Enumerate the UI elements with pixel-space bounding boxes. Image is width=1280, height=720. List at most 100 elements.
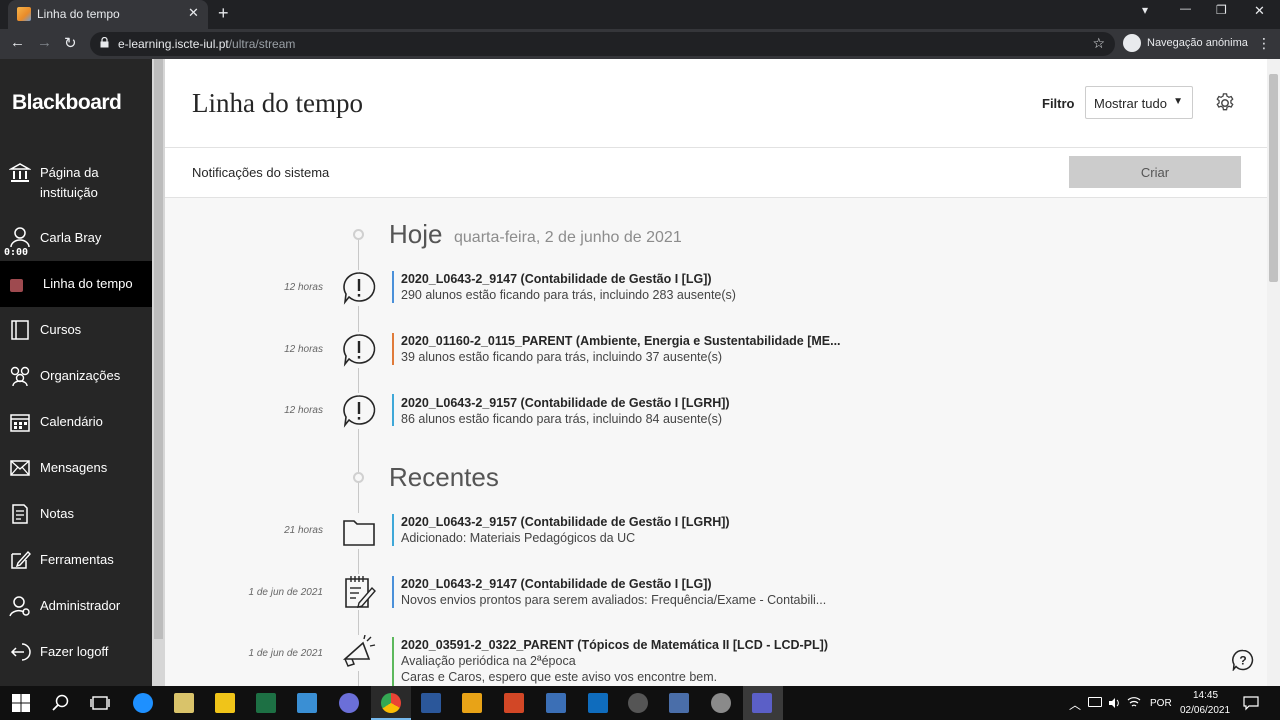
close-window-button[interactable]: ✕ [1254, 3, 1265, 19]
browser-tab[interactable]: Linha do tempo ✕ [8, 0, 208, 29]
incognito-label[interactable]: Navegação anónima [1147, 37, 1248, 49]
entry-color-bar [392, 333, 394, 365]
sidebar-item-institution[interactable]: Página da instituição [0, 160, 152, 206]
section-title-recent: Recentes [389, 462, 499, 492]
entry-color-bar [392, 576, 394, 608]
messages-icon [10, 460, 30, 476]
file-explorer-icon[interactable] [215, 693, 235, 713]
sidebar-scrollbar-thumb[interactable] [154, 59, 163, 639]
new-tab-button[interactable]: + [218, 3, 229, 24]
blackboard-logo[interactable]: Blackboard [12, 91, 122, 115]
entry-color-bar [392, 394, 394, 426]
pen-app-icon[interactable] [546, 693, 566, 713]
teams-icon[interactable] [752, 693, 772, 713]
edge-icon[interactable] [133, 693, 153, 713]
sidebar-item-tools[interactable]: Ferramentas [0, 549, 152, 575]
sidebar-item-courses[interactable]: Cursos [0, 319, 152, 345]
network-app-icon[interactable] [669, 693, 689, 713]
sidebar-item-calendar[interactable]: Calendário [0, 411, 152, 437]
reload-button[interactable]: ↻ [64, 34, 77, 52]
forward-button[interactable]: → [37, 34, 52, 51]
minimize-button[interactable]: — [1180, 3, 1191, 15]
browser-menu-icon[interactable]: ⋮ [1257, 35, 1271, 52]
computer-app-icon[interactable] [297, 693, 317, 713]
notification-center-icon[interactable] [1243, 695, 1259, 711]
powerpoint-icon[interactable] [504, 693, 524, 713]
notes-app-icon[interactable] [174, 693, 194, 713]
page-scrollbar-thumb[interactable] [1269, 74, 1278, 282]
settings-app-icon[interactable] [339, 693, 359, 713]
volume-icon[interactable] [1108, 696, 1120, 708]
clock-time[interactable]: 14:45 [1193, 690, 1218, 701]
tab-favicon-icon [17, 7, 31, 21]
sidebar-item-label: Notas [40, 506, 74, 521]
globe-app-icon[interactable] [711, 693, 731, 713]
entry-title[interactable]: 2020_L0643-2_9147 (Contabilidade de Gest… [401, 272, 712, 286]
tools-icon [11, 550, 31, 569]
page-scrollbar[interactable] [1267, 59, 1280, 686]
assignment-icon [341, 574, 377, 610]
entry-title[interactable]: 2020_01160-2_0115_PARENT (Ambiente, Ener… [401, 334, 841, 348]
sidebar-item-organizations[interactable]: Organizações [0, 365, 152, 391]
sidebar-item-label: Administrador [40, 598, 121, 613]
clock-date[interactable]: 02/06/2021 [1180, 705, 1230, 716]
entry-title[interactable]: 2020_L0643-2_9157 (Contabilidade de Gest… [401, 396, 730, 410]
media-player-icon[interactable] [462, 693, 482, 713]
help-icon[interactable]: ? [1232, 649, 1254, 671]
sidebar-item-label: instituição [40, 185, 98, 200]
sidebar-item-messages[interactable]: Mensagens [0, 457, 152, 483]
entry-title[interactable]: 2020_03591-2_0322_PARENT (Tópicos de Mat… [401, 638, 828, 652]
back-button[interactable]: ← [10, 34, 25, 51]
windows-taskbar: ︿ POR 14:45 02/06/2021 [0, 686, 1280, 720]
entry-color-bar [392, 514, 394, 546]
lock-icon [100, 37, 109, 48]
entry-time: 12 horas [284, 405, 323, 416]
word-icon[interactable] [421, 693, 441, 713]
create-button[interactable]: Criar [1069, 156, 1241, 188]
maximize-button[interactable]: ❐ [1216, 3, 1227, 17]
entry-subtitle: Adicionado: Materiais Pedagógicos da UC [401, 531, 636, 545]
system-notifications-bar: Notificações do sistema Criar [165, 148, 1267, 198]
incognito-icon[interactable] [1123, 34, 1141, 52]
page-title: Linha do tempo [192, 88, 363, 118]
tab-title: Linha do tempo [37, 7, 120, 21]
sidebar-item-label: Fazer logoff [40, 644, 109, 659]
entry-subtitle: Caras e Caros, espero que este aviso vos… [401, 670, 718, 684]
entry-title[interactable]: 2020_L0643-2_9157 (Contabilidade de Gest… [401, 515, 730, 529]
outlook-icon[interactable] [588, 693, 608, 713]
task-view-icon[interactable] [90, 693, 110, 713]
entry-subtitle: 290 alunos estão ficando para trás, incl… [401, 288, 736, 302]
filter-select[interactable]: Mostrar tudo ▼ [1085, 86, 1193, 119]
folder-icon [341, 513, 377, 549]
sidebar-item-logout[interactable]: Fazer logoff [0, 641, 152, 667]
gear-icon[interactable] [1214, 92, 1236, 114]
profile-dropdown-icon[interactable]: ▾ [1142, 3, 1148, 17]
address-bar[interactable]: e-learning.iscte-iul.pt/ultra/stream ☆ [90, 32, 1115, 56]
battery-icon[interactable] [1088, 697, 1102, 707]
tab-close-icon[interactable]: ✕ [188, 5, 199, 21]
entry-time: 12 horas [284, 344, 323, 355]
sidebar-item-label: Cursos [40, 322, 82, 337]
browser-toolbar: ← → ↻ e-learning.iscte-iul.pt/ultra/stre… [0, 29, 1280, 59]
excel-icon[interactable] [256, 693, 276, 713]
tray-caret-icon[interactable]: ︿ [1069, 696, 1081, 713]
sidebar-item-timeline[interactable]: Linha do tempo [0, 261, 152, 307]
search-icon[interactable] [51, 693, 71, 713]
language-indicator[interactable]: POR [1150, 698, 1172, 709]
system-notifications-label[interactable]: Notificações do sistema [192, 165, 329, 180]
sidebar: Blackboard Página da instituição Carla B… [0, 59, 152, 686]
grades-icon [12, 504, 28, 524]
caret-down-icon: ▼ [1173, 96, 1183, 107]
chrome-icon[interactable] [381, 693, 401, 713]
sidebar-item-label: Carla Bray [40, 230, 102, 245]
entry-title[interactable]: 2020_L0643-2_9147 (Contabilidade de Gest… [401, 577, 712, 591]
courses-icon [11, 320, 29, 340]
gear-app-icon[interactable] [628, 693, 648, 713]
wifi-icon[interactable] [1127, 695, 1141, 709]
sidebar-item-grades[interactable]: Notas [0, 503, 152, 529]
sidebar-scrollbar[interactable] [152, 59, 165, 686]
bookmark-star-icon[interactable]: ☆ [1092, 35, 1105, 52]
megaphone-icon [341, 635, 377, 671]
windows-start-icon[interactable] [11, 693, 31, 713]
sidebar-item-admin[interactable]: Administrador [0, 595, 152, 621]
